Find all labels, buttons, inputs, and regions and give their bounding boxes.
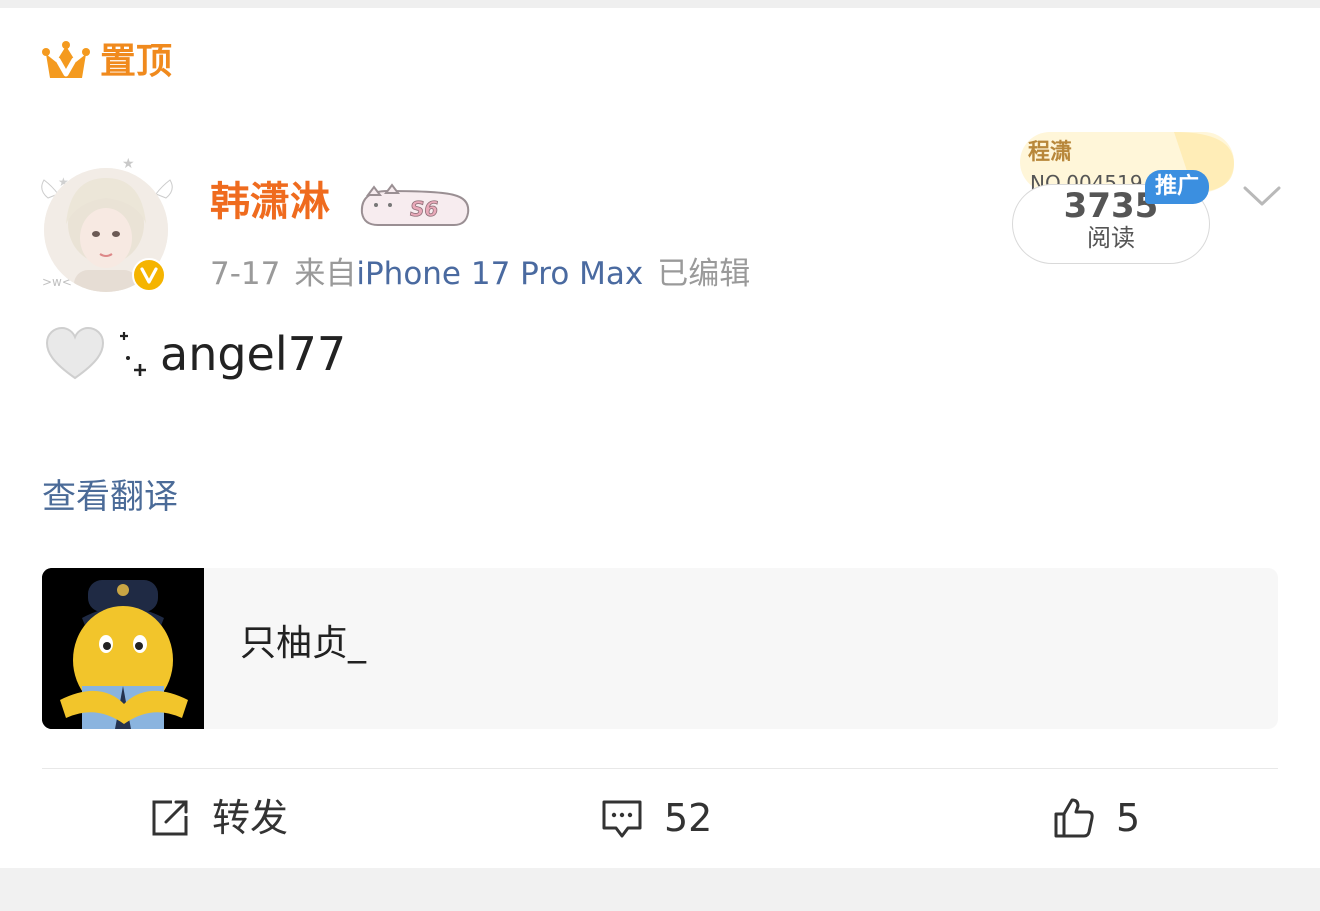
like-count: 5	[1116, 796, 1141, 840]
comment-count: 52	[664, 796, 713, 840]
repost-label: 转发	[212, 796, 289, 840]
level-badge-text: S6	[410, 197, 438, 221]
heart-icon	[45, 326, 105, 380]
post-meta: 7-17 来自iPhone 17 Pro Max 已编辑	[210, 248, 750, 293]
repost-icon	[152, 800, 188, 836]
action-divider	[42, 768, 1278, 769]
author-avatar[interactable]: ★ ★ >w<	[38, 158, 174, 298]
pinned-indicator: 置顶	[42, 40, 172, 84]
like-button[interactable]: 5	[1052, 796, 1140, 840]
like-icon	[1054, 798, 1094, 838]
fan-badge-name: 程潇	[1028, 140, 1072, 165]
post-date: 7-17	[210, 256, 281, 292]
sparkle-icon	[120, 332, 146, 376]
post-card: 置顶 ★ ★ >w< 韩潇淋 S6 7-17 来自iPhone 17 Pro M…	[0, 8, 1320, 868]
reads-label: 阅读	[1087, 223, 1135, 252]
source-prefix: 来自	[294, 256, 357, 292]
comment-icon	[602, 800, 642, 838]
crown-icon	[42, 41, 90, 78]
promotion-tag[interactable]: 推广	[1145, 170, 1209, 204]
post-content: angel77	[44, 326, 346, 382]
quoted-user-avatar	[42, 568, 204, 729]
more-chevron-icon[interactable]	[1242, 184, 1282, 208]
repost-button[interactable]: 转发	[148, 796, 288, 840]
author-name[interactable]: 韩潇淋	[210, 182, 330, 222]
quoted-user-name: 只柚贞_	[240, 623, 367, 664]
edited-label[interactable]: 已编辑	[657, 256, 750, 292]
translate-link[interactable]: 查看翻译	[42, 480, 178, 514]
device-name[interactable]: iPhone 17 Pro Max	[356, 256, 643, 292]
level-badge-icon: S6	[360, 183, 470, 226]
next-post-preview	[0, 868, 1320, 911]
quoted-user-card[interactable]: 只柚贞_	[42, 568, 1278, 729]
comment-button[interactable]: 52	[600, 796, 712, 840]
pinned-label: 置顶	[100, 41, 173, 82]
verified-icon	[132, 258, 166, 292]
post-body-text: angel77	[160, 327, 347, 381]
